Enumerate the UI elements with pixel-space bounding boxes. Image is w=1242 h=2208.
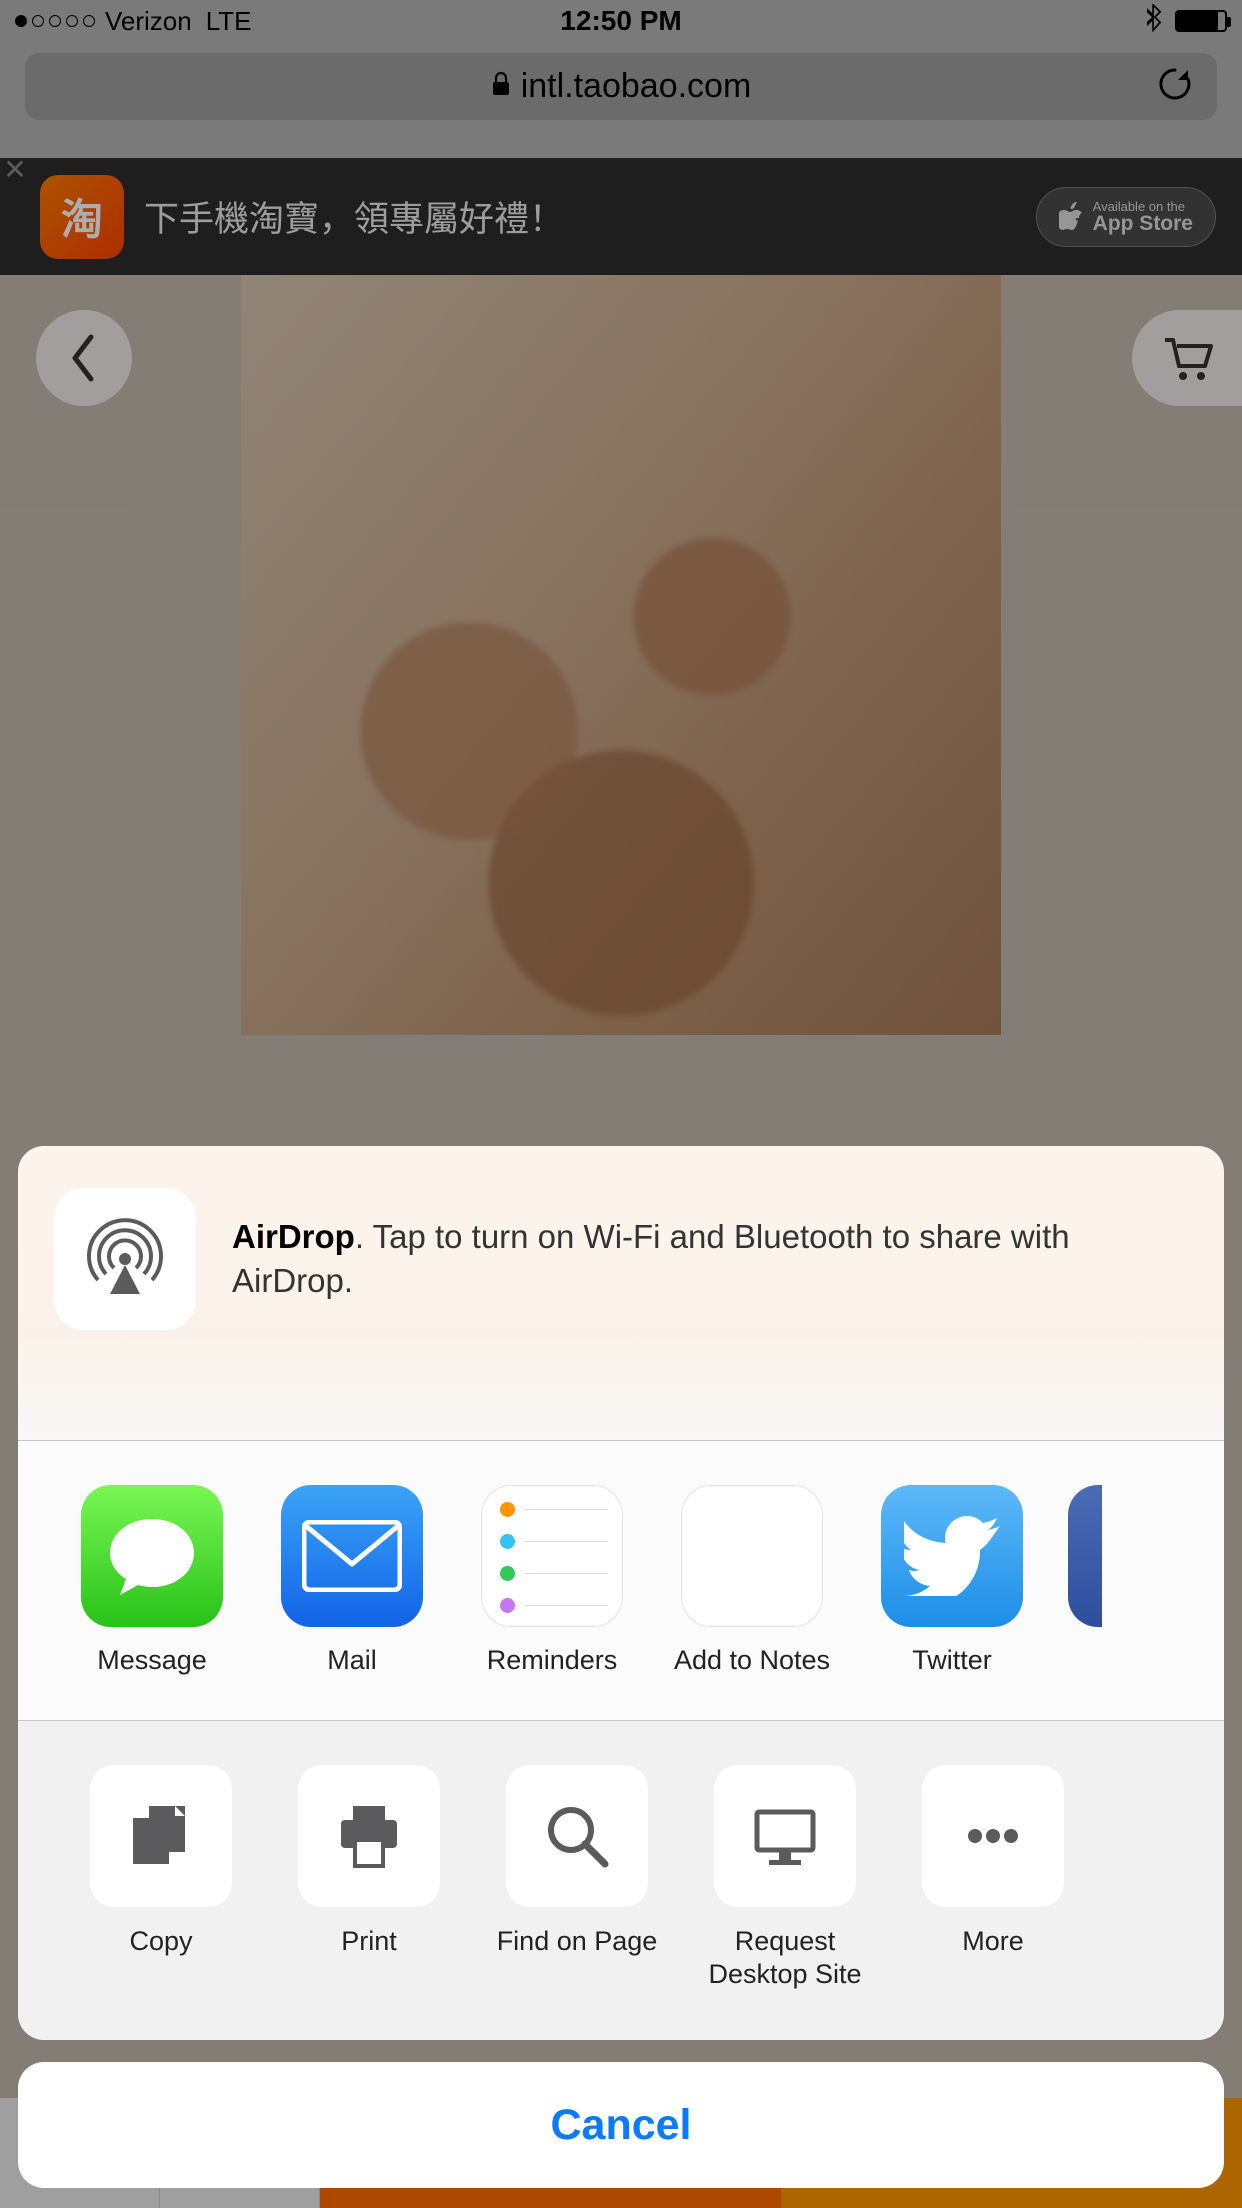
- share-sheet: AirDrop. Tap to turn on Wi-Fi and Blueto…: [18, 1146, 1224, 2040]
- airdrop-icon: [54, 1188, 196, 1330]
- app-label: Twitter: [912, 1645, 992, 1676]
- cancel-button[interactable]: Cancel: [18, 2062, 1224, 2188]
- share-app-notes[interactable]: Add to Notes: [668, 1485, 836, 1676]
- share-app-mail[interactable]: Mail: [268, 1485, 436, 1676]
- app-label: Add to Notes: [674, 1645, 830, 1676]
- action-request-desktop-site[interactable]: Request Desktop Site: [700, 1765, 870, 1990]
- share-actions-row[interactable]: Copy Print Find on Page Request Desktop …: [18, 1721, 1224, 2040]
- message-icon: [81, 1485, 223, 1627]
- action-more[interactable]: More: [908, 1765, 1078, 1990]
- mail-icon: [281, 1485, 423, 1627]
- copy-icon: [90, 1765, 232, 1907]
- print-icon: [298, 1765, 440, 1907]
- reminders-icon: [481, 1485, 623, 1627]
- action-label: Request Desktop Site: [700, 1925, 870, 1990]
- twitter-icon: [881, 1485, 1023, 1627]
- action-print[interactable]: Print: [284, 1765, 454, 1990]
- airdrop-row[interactable]: AirDrop. Tap to turn on Wi-Fi and Blueto…: [18, 1146, 1224, 1440]
- share-app-message[interactable]: Message: [68, 1485, 236, 1676]
- airdrop-text: AirDrop. Tap to turn on Wi-Fi and Blueto…: [232, 1215, 1188, 1304]
- notes-icon: [681, 1485, 823, 1627]
- action-label: More: [962, 1925, 1024, 1957]
- action-label: Find on Page: [497, 1925, 658, 1957]
- search-icon: [506, 1765, 648, 1907]
- app-label: Mail: [327, 1645, 377, 1676]
- share-app-twitter[interactable]: Twitter: [868, 1485, 1036, 1676]
- app-label: Message: [97, 1645, 207, 1676]
- action-label: Copy: [129, 1925, 192, 1957]
- share-app-facebook-peek[interactable]: [1068, 1485, 1102, 1627]
- share-apps-row[interactable]: Message Mail Reminders: [18, 1441, 1224, 1720]
- action-label: Print: [341, 1925, 397, 1957]
- app-label: Reminders: [487, 1645, 618, 1676]
- action-copy[interactable]: Copy: [76, 1765, 246, 1990]
- more-icon: [922, 1765, 1064, 1907]
- action-find-on-page[interactable]: Find on Page: [492, 1765, 662, 1990]
- desktop-icon: [714, 1765, 856, 1907]
- share-app-reminders[interactable]: Reminders: [468, 1485, 636, 1676]
